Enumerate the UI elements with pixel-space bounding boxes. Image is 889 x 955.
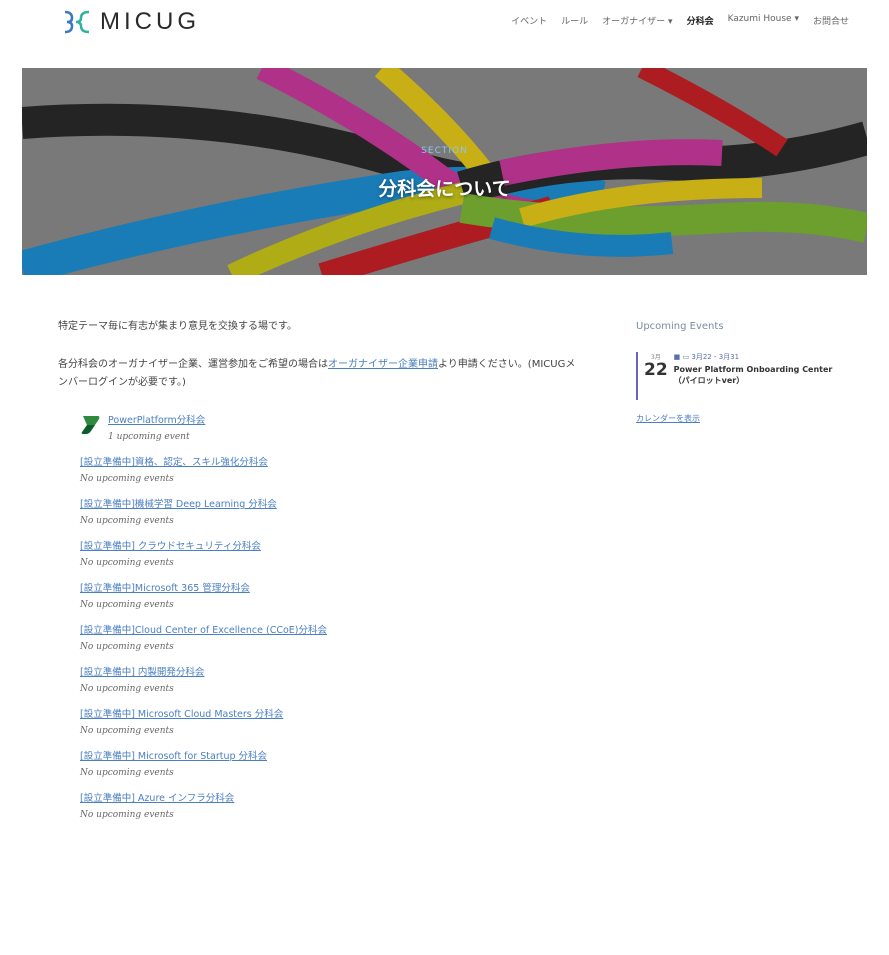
nav-item-contact[interactable]: お問合せ (813, 14, 849, 27)
list-item: [設立準備中] Microsoft Cloud Masters 分科会 No u… (80, 708, 578, 737)
intro-application-text: 各分科会のオーガナイザー企業、運営参加をご希望の場合はオーガナイザー企業申請より… (58, 356, 578, 392)
hero-section-label: SECTION (421, 146, 468, 156)
group-status: No upcoming events (80, 474, 174, 484)
group-link[interactable]: [設立準備中]資格、認定、スキル強化分科会 (80, 456, 578, 469)
group-status: No upcoming events (80, 642, 174, 652)
logo-mark-icon (64, 10, 90, 34)
group-link[interactable]: [設立準備中] 内製開発分科会 (80, 666, 578, 679)
logo-text: MICUG (100, 8, 200, 35)
list-item: [設立準備中] Microsoft for Startup 分科会 No upc… (80, 750, 578, 779)
nav-item-organizers[interactable]: オーガナイザー ▾ (602, 14, 672, 27)
calendar-icon: ■ ▭ (673, 353, 692, 361)
hero-banner: SECTION 分科会について (22, 68, 867, 275)
group-link[interactable]: [設立準備中]Cloud Center of Excellence (CCoE)… (80, 624, 578, 637)
event-body: ■ ▭ 3月22 - 3月31 Power Platform Onboardin… (674, 352, 836, 400)
list-item: [設立準備中]機械学習 Deep Learning 分科会 No upcomin… (80, 498, 578, 527)
event-date-range: ■ ▭ 3月22 - 3月31 (674, 352, 836, 362)
list-item: [設立準備中]Cloud Center of Excellence (CCoE)… (80, 624, 578, 653)
power-platform-icon (81, 416, 100, 434)
group-link[interactable]: [設立準備中] Microsoft Cloud Masters 分科会 (80, 708, 578, 721)
list-item: [設立準備中] クラウドセキュリティ分科会 No upcoming events (80, 540, 578, 569)
organizer-application-link[interactable]: オーガナイザー企業申請 (328, 359, 438, 370)
site-logo[interactable]: MICUG (62, 7, 200, 37)
intro-application-before: 各分科会のオーガナイザー企業、運営参加をご希望の場合は (58, 359, 328, 370)
nav-item-rules[interactable]: ルール (561, 14, 588, 27)
group-link[interactable]: [設立準備中] Microsoft for Startup 分科会 (80, 750, 578, 763)
sidebar: Upcoming Events 3月 22 ■ ▭ 3月22 - 3月31 Po… (636, 321, 836, 424)
nav-item-kazumi-house[interactable]: Kazumi House ▾ (728, 14, 799, 27)
nav-item-events[interactable]: イベント (511, 14, 547, 27)
event-day: 22 (644, 360, 668, 380)
group-status: No upcoming events (80, 600, 174, 610)
upcoming-events-title: Upcoming Events (636, 321, 724, 332)
nav-item-subcommittees[interactable]: 分科会 (687, 14, 714, 27)
list-item: PowerPlatform分科会 1 upcoming event (80, 414, 578, 443)
view-calendar-link[interactable]: カレンダーを表示 (636, 413, 836, 424)
list-item: [設立準備中]資格、認定、スキル強化分科会 No upcoming events (80, 456, 578, 485)
hero-ropes-image (22, 68, 867, 275)
group-link[interactable]: [設立準備中] クラウドセキュリティ分科会 (80, 540, 578, 553)
event-date: 3月 22 (644, 352, 668, 400)
group-status: No upcoming events (80, 726, 174, 736)
page-title: 分科会について (378, 178, 511, 200)
list-item: [設立準備中] Azure インフラ分科会 No upcoming events (80, 792, 578, 821)
group-link[interactable]: [設立準備中] Azure インフラ分科会 (80, 792, 578, 805)
group-status: No upcoming events (80, 768, 174, 778)
group-link[interactable]: PowerPlatform分科会 (108, 414, 205, 427)
group-status: No upcoming events (80, 684, 174, 694)
subcommittee-list: PowerPlatform分科会 1 upcoming event [設立準備中… (58, 414, 578, 821)
event-card[interactable]: 3月 22 ■ ▭ 3月22 - 3月31 Power Platform Onb… (636, 352, 836, 400)
group-status: No upcoming events (80, 558, 174, 568)
event-title[interactable]: Power Platform Onboarding Center （パイロットv… (674, 364, 836, 386)
site-header: MICUG イベント ルール オーガナイザー ▾ 分科会 Kazumi Hous… (0, 0, 889, 60)
group-link[interactable]: [設立準備中]Microsoft 365 管理分科会 (80, 582, 578, 595)
group-status: 1 upcoming event (108, 432, 190, 442)
list-item: [設立準備中]Microsoft 365 管理分科会 No upcoming e… (80, 582, 578, 611)
main-content: 特定テーマ毎に有志が集まり意見を交換する場です。 各分科会のオーガナイザー企業、… (58, 318, 578, 834)
main-nav: イベント ルール オーガナイザー ▾ 分科会 Kazumi House ▾ お問… (511, 14, 849, 27)
group-status: No upcoming events (80, 516, 174, 526)
intro-text: 特定テーマ毎に有志が集まり意見を交換する場です。 (58, 321, 297, 332)
group-status: No upcoming events (80, 810, 174, 820)
list-item: [設立準備中] 内製開発分科会 No upcoming events (80, 666, 578, 695)
group-link[interactable]: [設立準備中]機械学習 Deep Learning 分科会 (80, 498, 578, 511)
event-range-text: 3月22 - 3月31 (691, 353, 740, 361)
